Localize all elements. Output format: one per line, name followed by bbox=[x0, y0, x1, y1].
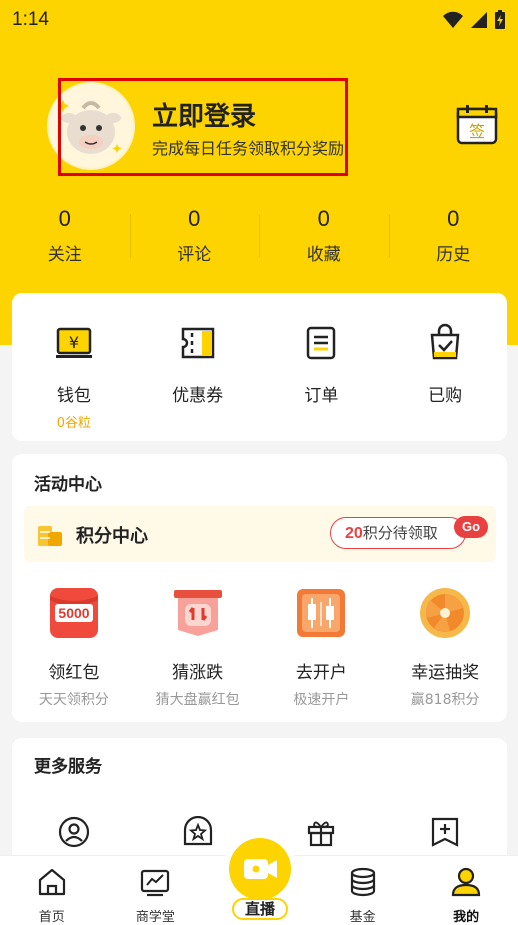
login-subtitle: 完成每日任务领取积分奖励 bbox=[152, 139, 345, 158]
stats-row: 0 关注 0 评论 0 收藏 0 历史 bbox=[0, 206, 518, 265]
stat-label: 收藏 bbox=[306, 245, 341, 265]
activity-label: 去开户 bbox=[295, 663, 347, 683]
login-title[interactable]: 立即登录 bbox=[152, 96, 256, 133]
points-center-title: 积分中心 bbox=[76, 526, 148, 547]
wallet-label: 优惠券 bbox=[172, 386, 224, 406]
star-badge-icon bbox=[183, 815, 212, 846]
user-circle-icon bbox=[58, 816, 89, 848]
activity-label: 幸运抽奖 bbox=[411, 663, 480, 683]
wallet-item-orders[interactable]: 订单 bbox=[260, 323, 384, 431]
guess-icon bbox=[173, 590, 222, 636]
svg-text:5000: 5000 bbox=[58, 605, 89, 621]
service-item-feedback[interactable] bbox=[383, 816, 507, 852]
video-icon bbox=[244, 859, 277, 879]
stat-value: 0 bbox=[58, 206, 71, 231]
points-count: 20 bbox=[345, 525, 363, 542]
activity-sub: 猜大盘赢红包 bbox=[155, 692, 240, 708]
coupon-icon bbox=[181, 327, 214, 359]
go-badge[interactable]: Go bbox=[454, 516, 488, 538]
stat-favorites[interactable]: 0 收藏 bbox=[259, 206, 389, 265]
wallet-item-wallet[interactable]: ¥ 钱包 0谷粒 bbox=[12, 323, 136, 431]
more-services-title: 更多服务 bbox=[34, 757, 102, 777]
activity-sub: 天天领积分 bbox=[38, 692, 109, 708]
activity-item-guess[interactable]: 猜涨跌 猜大盘赢红包 bbox=[136, 586, 260, 709]
tab-label: 首页 bbox=[38, 910, 65, 925]
stat-value: 0 bbox=[447, 206, 460, 231]
home-icon bbox=[38, 868, 65, 896]
coin-stack-icon bbox=[38, 526, 62, 546]
stat-following[interactable]: 0 关注 bbox=[0, 206, 130, 265]
stat-value: 0 bbox=[188, 206, 201, 231]
open-account-icon bbox=[297, 589, 346, 637]
activity-label: 猜涨跌 bbox=[172, 663, 224, 683]
wallet-label: 钱包 bbox=[56, 386, 91, 406]
activity-sub: 赢818积分 bbox=[410, 692, 480, 708]
wallet-item-purchased[interactable]: 已购 bbox=[383, 323, 507, 431]
points-pending-text: 积分待领取 bbox=[362, 524, 438, 542]
service-item-profile[interactable] bbox=[12, 816, 136, 852]
gift-icon bbox=[308, 821, 335, 847]
stat-value: 0 bbox=[317, 206, 330, 231]
status-icons bbox=[442, 10, 506, 30]
signal-icon bbox=[471, 12, 487, 28]
wallet-item-coupon[interactable]: 优惠券 bbox=[136, 323, 260, 431]
activity-label: 领红包 bbox=[48, 663, 100, 683]
svg-text:¥: ¥ bbox=[69, 333, 79, 352]
stat-comments[interactable]: 0 评论 bbox=[129, 206, 260, 265]
battery-icon bbox=[495, 10, 505, 29]
points-pending-button[interactable]: 20积分待领取 bbox=[330, 517, 466, 549]
coins-stack-icon bbox=[350, 867, 375, 897]
calendar-sign-icon: 签 bbox=[456, 105, 498, 145]
tab-label: 我的 bbox=[453, 910, 480, 925]
purchased-icon bbox=[430, 323, 460, 360]
red-packet-icon: 5000 bbox=[49, 588, 98, 638]
status-bar: 1:14 bbox=[0, 0, 518, 40]
stat-label: 历史 bbox=[436, 245, 471, 265]
tab-label: 基金 bbox=[349, 910, 376, 925]
user-icon bbox=[452, 867, 481, 897]
status-time: 1:14 bbox=[12, 9, 49, 30]
stat-history[interactable]: 0 历史 bbox=[388, 206, 518, 265]
svg-text:签: 签 bbox=[469, 122, 485, 141]
tab-mine[interactable]: 我的 bbox=[414, 856, 518, 925]
tab-live[interactable] bbox=[229, 838, 291, 900]
live-tab-label[interactable]: 直播 bbox=[232, 898, 288, 920]
activity-item-red-packet[interactable]: 5000 领红包 天天领积分 bbox=[12, 586, 136, 709]
stat-label: 关注 bbox=[47, 245, 82, 265]
points-center-banner[interactable]: 积分中心 20积分待领取 Go bbox=[24, 506, 496, 562]
activity-item-lucky-draw[interactable]: 幸运抽奖 赢818积分 bbox=[383, 586, 507, 709]
wallet-card: ¥ 钱包 0谷粒 优惠券 订单 已购 bbox=[12, 293, 507, 441]
chart-icon bbox=[141, 869, 170, 897]
bookmark-add-icon bbox=[432, 817, 459, 847]
wallet-balance: 0谷粒 bbox=[56, 416, 92, 431]
wallet-label: 订单 bbox=[304, 386, 339, 406]
tab-label: 商学堂 bbox=[135, 910, 175, 925]
stat-label: 评论 bbox=[177, 245, 212, 265]
checkin-calendar-button[interactable]: 签 bbox=[456, 104, 498, 146]
tab-academy[interactable]: 商学堂 bbox=[104, 856, 208, 925]
activity-sub: 极速开户 bbox=[293, 692, 350, 708]
activity-item-open-account[interactable]: 去开户 极速开户 bbox=[260, 586, 384, 709]
tab-home[interactable]: 首页 bbox=[0, 856, 104, 925]
lucky-wheel-icon bbox=[420, 588, 471, 638]
activity-center-card: 活动中心 积分中心 20积分待领取 Go 5000 领红包 天天领积分 猜涨跌 … bbox=[12, 454, 507, 722]
activity-center-title: 活动中心 bbox=[34, 475, 102, 495]
tab-funds[interactable]: 基金 bbox=[311, 856, 415, 925]
order-icon bbox=[307, 326, 336, 360]
wallet-label: 已购 bbox=[428, 386, 463, 406]
wallet-icon: ¥ bbox=[55, 327, 92, 358]
wifi-icon bbox=[443, 11, 463, 28]
